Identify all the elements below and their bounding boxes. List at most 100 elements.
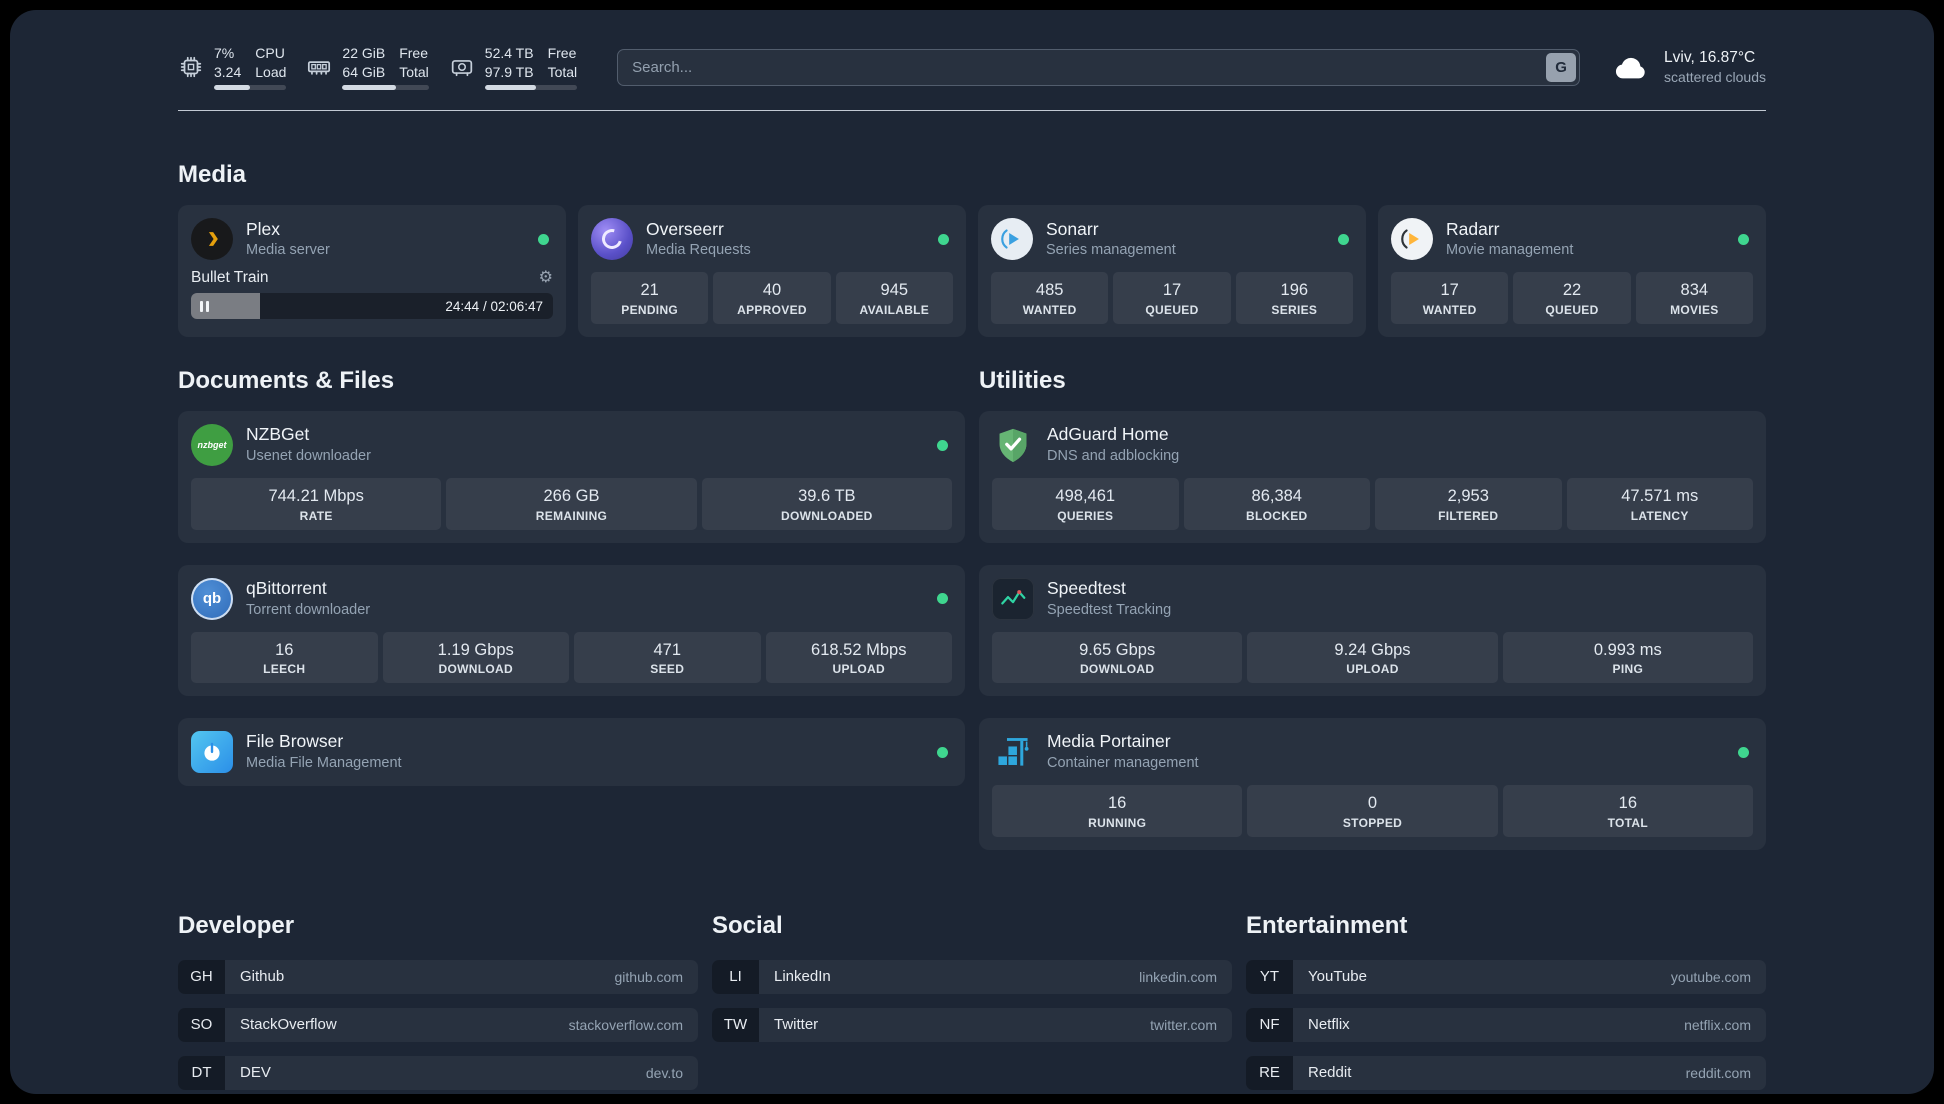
stat-value: 16 [1107, 794, 1127, 813]
service-card-overseerr[interactable]: Overseerr Media Requests 21 PENDING 40 A… [578, 205, 966, 337]
service-header: Radarr Movie management [1391, 218, 1753, 261]
cpu-progress-bar [214, 85, 287, 91]
service-card-filebrowser[interactable]: File Browser Media File Management [178, 718, 965, 787]
bookmark-netflix[interactable]: NF Netflix netflix.com [1246, 1007, 1766, 1042]
stat-label: WANTED [1022, 303, 1077, 317]
section-media: Media Plex Media server Bullet Train ⚙ 2… [178, 161, 1766, 337]
stat-value: 471 [653, 640, 682, 659]
progress-fill [214, 85, 251, 91]
radarr-icon [1391, 218, 1433, 261]
service-card-radarr[interactable]: Radarr Movie management 17 WANTED 22 QUE… [1378, 205, 1766, 337]
service-stats: 17 WANTED 22 QUEUED 834 MOVIES [1391, 272, 1753, 324]
stat-upload: 9.24 Gbps UPLOAD [1247, 631, 1498, 684]
stat-label: LEECH [263, 662, 306, 677]
service-subtitle: Speedtest Tracking [1047, 601, 1172, 618]
service-stats: 744.21 Mbps RATE 266 GB REMAINING 39.6 T… [191, 478, 952, 530]
service-subtitle: Torrent downloader [246, 601, 371, 618]
screen-frame: 7% CPU 3.24 Load 22 GiB Free 64 GiB Tota… [0, 0, 1944, 1104]
stat-value: 17 [1440, 281, 1459, 300]
gear-icon[interactable]: ⚙ [539, 270, 553, 286]
stat-value: 47.571 ms [1621, 487, 1699, 505]
service-header: Plex Media server [191, 218, 553, 261]
service-card-nzbget[interactable]: nzbget NZBGet Usenet downloader 744.21 M… [178, 411, 965, 543]
section-documents: Documents & Files nzbget NZBGet Usenet d… [178, 367, 965, 850]
stat-value: 16 [1618, 794, 1637, 813]
bookmark-twitter[interactable]: TW Twitter twitter.com [712, 1007, 1232, 1042]
service-subtitle: Series management [1046, 242, 1176, 259]
bookmark-linkedin[interactable]: LI LinkedIn linkedin.com [712, 959, 1232, 994]
stat-remaining: 266 GB REMAINING [446, 478, 697, 530]
stat-movies: 834 MOVIES [1635, 272, 1753, 324]
stat-value: 266 GB [543, 487, 600, 505]
disk-total-label: Total [547, 64, 578, 81]
speedtest-icon [992, 577, 1034, 620]
nzbget-icon: nzbget [191, 424, 233, 466]
qbittorrent-icon: qb [191, 577, 233, 620]
service-card-speedtest[interactable]: Speedtest Speedtest Tracking 9.65 Gbps D… [979, 564, 1766, 697]
stat-value: 945 [880, 281, 909, 300]
bookmark-name: Netflix [1308, 1016, 1350, 1034]
service-subtitle: DNS and adblocking [1047, 448, 1180, 465]
memory-widget: 22 GiB Free 64 GiB Total [306, 44, 429, 91]
playback-progress-bar[interactable]: 24:44 / 02:06:47 [191, 293, 553, 320]
stat-stopped: 0 STOPPED [1247, 785, 1498, 837]
service-header: File Browser Media File Management [191, 731, 952, 774]
stat-value: 9.24 Gbps [1334, 640, 1411, 659]
bookmarks: Developer GH Github github.com SO StackO… [178, 912, 1766, 1090]
plex-icon [191, 218, 233, 261]
service-subtitle: Movie management [1446, 242, 1574, 259]
bookmark-name: YouTube [1308, 968, 1367, 986]
search-input[interactable] [617, 48, 1581, 86]
bookmark-name: LinkedIn [774, 968, 831, 986]
bookmark-url: github.com [614, 968, 683, 985]
service-card-plex[interactable]: Plex Media server Bullet Train ⚙ 24:44 /… [178, 205, 566, 337]
stat-label: RATE [299, 508, 333, 523]
stat-label: QUEUED [1545, 303, 1599, 317]
pause-icon[interactable] [200, 300, 209, 312]
disk-readout: 52.4 TB Free 97.9 TB Total [484, 44, 578, 91]
playback-time: 24:44 / 02:06:47 [445, 298, 543, 314]
stat-approved: 40 APPROVED [713, 272, 831, 324]
disk-free-label: Free [547, 45, 577, 61]
memory-free-value: 22 GiB [342, 45, 386, 61]
search-provider-button[interactable]: G [1546, 52, 1577, 82]
bookmark-name: Twitter [774, 1016, 819, 1034]
resource-widgets: 7% CPU 3.24 Load 22 GiB Free 64 GiB Tota… [178, 44, 578, 91]
bookmark-github[interactable]: GH Github github.com [178, 959, 698, 994]
service-card-portainer[interactable]: Media Portainer Container management 16 … [979, 718, 1766, 850]
stat-label: UPLOAD [1346, 662, 1399, 677]
status-dot [937, 439, 948, 451]
bookmark-reddit[interactable]: RE Reddit reddit.com [1246, 1055, 1766, 1090]
sonarr-icon [991, 218, 1033, 261]
service-subtitle: Media File Management [246, 755, 402, 772]
stat-label: REMAINING [535, 508, 608, 523]
bookmark-abbr: GH [178, 959, 225, 994]
cpu-usage-value: 7% [214, 45, 235, 61]
bookmark-stackoverflow[interactable]: SO StackOverflow stackoverflow.com [178, 1007, 698, 1042]
memory-free-label: Free [399, 45, 429, 61]
stat-value: 498,461 [1055, 487, 1116, 505]
stat-label: BLOCKED [1246, 508, 1308, 523]
portainer-icon [992, 731, 1034, 773]
now-playing-title: Bullet Train [191, 269, 269, 287]
bookmark-name: Reddit [1308, 1064, 1352, 1082]
service-name: Media Portainer [1047, 731, 1171, 752]
bookmark-dev[interactable]: DT DEV dev.to [178, 1055, 698, 1090]
bookmark-abbr: SO [178, 1007, 225, 1042]
bookmark-youtube[interactable]: YT YouTube youtube.com [1246, 959, 1766, 994]
weather-widget[interactable]: Lviv, 16.87°C scattered clouds [1612, 49, 1766, 85]
cpu-load-value: 3.24 [214, 64, 242, 81]
service-header: nzbget NZBGet Usenet downloader [191, 424, 952, 466]
cpu-icon [178, 54, 204, 80]
service-card-sonarr[interactable]: Sonarr Series management 485 WANTED 17 Q… [978, 205, 1366, 337]
bookmark-group-developer: Developer GH Github github.com SO StackO… [178, 912, 698, 1090]
bookmark-url: twitter.com [1150, 1016, 1217, 1033]
stat-pending: 21 PENDING [591, 272, 709, 324]
service-name: Radarr [1446, 218, 1500, 239]
stat-value: 39.6 TB [798, 487, 856, 505]
service-card-qbittorrent[interactable]: qb qBittorrent Torrent downloader 16 LEE… [178, 564, 965, 697]
service-stats: 16 LEECH 1.19 Gbps DOWNLOAD 471 SEED 618… [191, 631, 952, 684]
stat-total: 16 TOTAL [1502, 785, 1753, 837]
stat-label: PENDING [621, 303, 679, 317]
service-card-adguard[interactable]: AdGuard Home DNS and adblocking 498,461 … [979, 411, 1766, 543]
